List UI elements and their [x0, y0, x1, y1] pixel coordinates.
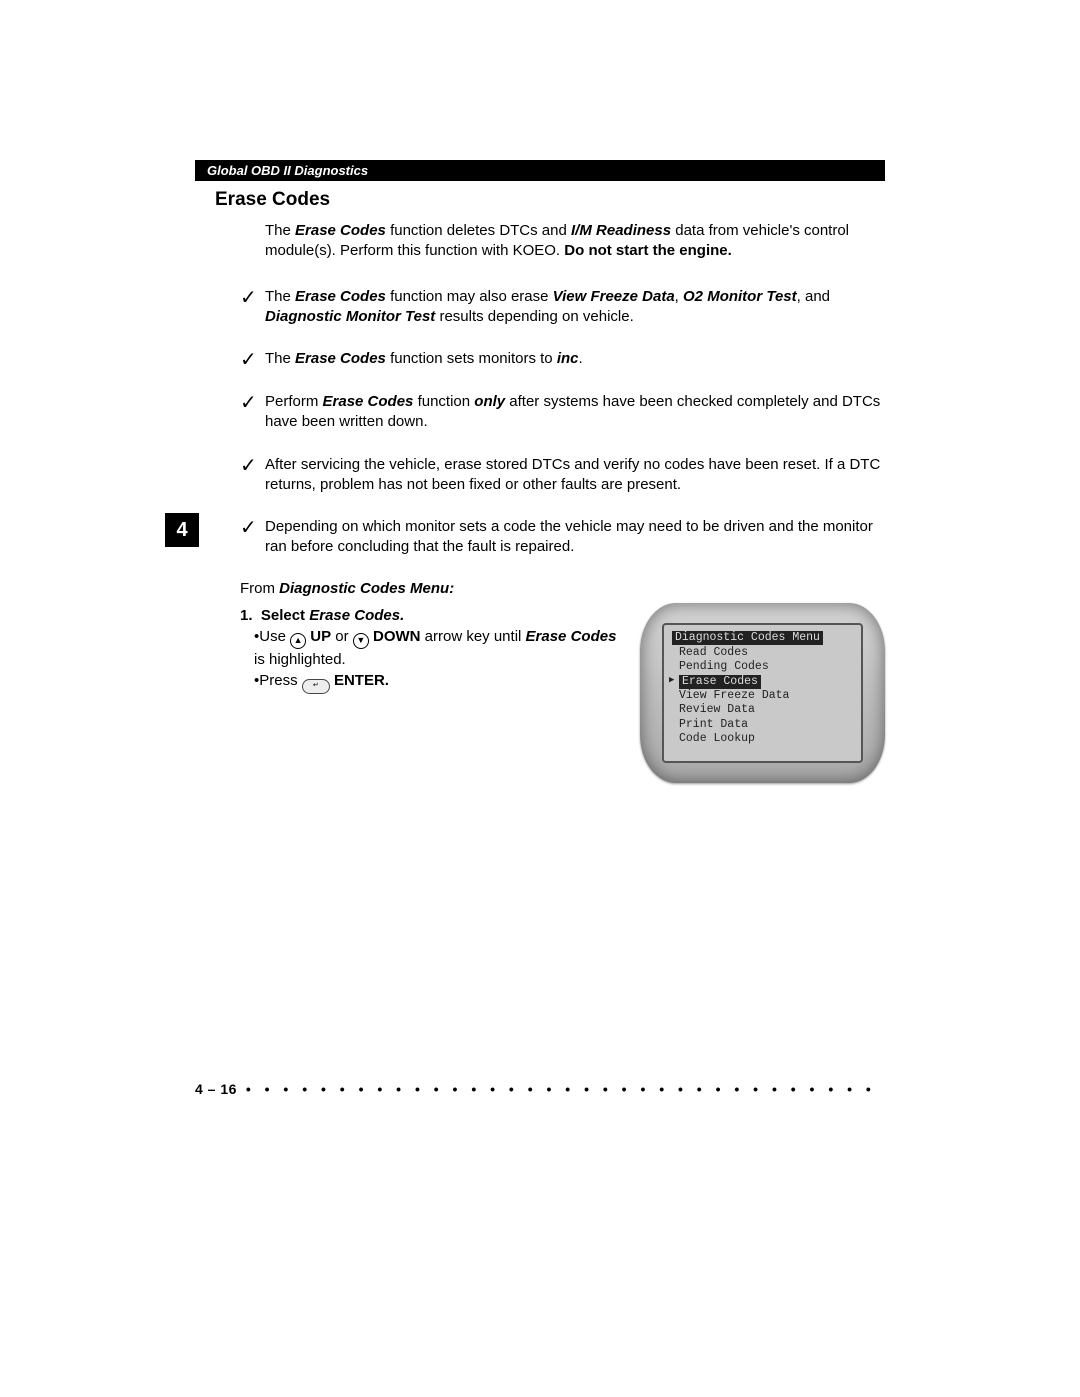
text: , and — [797, 288, 830, 305]
text: Perform — [265, 393, 323, 410]
check-text: Perform Erase Codes function only after … — [265, 392, 885, 433]
lcd-menu-item: Review Data — [672, 703, 853, 717]
key-label: DOWN — [373, 628, 421, 645]
text-emph: I/M Readiness — [571, 222, 671, 239]
text-emph: Diagnostic Monitor Test — [265, 308, 435, 325]
text-emph: inc — [557, 350, 579, 367]
step-number: 1. — [240, 607, 253, 624]
lcd-screen: Diagnostic Codes Menu Read CodesPending … — [662, 623, 863, 763]
text-strong: Do not start the engine. — [564, 242, 732, 259]
text-emph: O2 Monitor Test — [683, 288, 797, 305]
checkmark-icon: ✓ — [240, 517, 265, 538]
lcd-menu-item: Code Lookup — [672, 732, 853, 746]
text: Press — [259, 672, 302, 689]
page-number: 4 – 16 — [195, 1081, 237, 1097]
text-emph: Erase Codes — [526, 628, 617, 645]
down-arrow-icon: ▼ — [353, 633, 369, 649]
lcd-title: Diagnostic Codes Menu — [672, 631, 823, 645]
text: or — [331, 628, 353, 645]
text-emph: only — [474, 393, 505, 410]
checkmark-icon: ✓ — [240, 455, 265, 476]
text: . — [579, 350, 583, 367]
step-bullet: •Use ▲ UP or ▼ DOWN arrow key until Eras… — [254, 626, 622, 670]
check-text: Depending on which monitor sets a code t… — [265, 517, 885, 558]
text: function sets monitors to — [386, 350, 557, 367]
text: Use — [259, 628, 290, 645]
checkmark-icon: ✓ — [240, 349, 265, 370]
text: The — [265, 288, 295, 305]
lcd-menu-item: Print Data — [672, 718, 853, 732]
text: function may also erase — [386, 288, 553, 305]
intro-paragraph: The Erase Codes function deletes DTCs an… — [265, 221, 885, 262]
chapter-tab: 4 — [165, 513, 199, 547]
section-title: Erase Codes — [215, 189, 885, 211]
check-item: ✓The Erase Codes function may also erase… — [240, 287, 885, 328]
text: arrow key until — [420, 628, 525, 645]
text: Select — [261, 607, 309, 624]
text: The — [265, 222, 295, 239]
text: function deletes DTCs and — [386, 222, 571, 239]
check-item: ✓Depending on which monitor sets a code … — [240, 517, 885, 558]
lcd-menu-item: Erase Codes — [672, 675, 853, 689]
check-text: The Erase Codes function may also erase … — [265, 287, 885, 328]
device-screenshot: Diagnostic Codes Menu Read CodesPending … — [640, 603, 885, 783]
checkmark-icon: ✓ — [240, 392, 265, 413]
text: is highlighted. — [254, 651, 346, 668]
running-header: Global OBD II Diagnostics — [195, 160, 885, 181]
key-label: ENTER. — [334, 672, 389, 689]
lcd-menu-item-selected: Erase Codes — [679, 675, 761, 689]
lcd-menu-item: Pending Codes — [672, 660, 853, 674]
check-item: ✓Perform Erase Codes function only after… — [240, 392, 885, 433]
from-line: From Diagnostic Codes Menu: — [240, 580, 885, 597]
lcd-menu-item: View Freeze Data — [672, 689, 853, 703]
page-footer: 4 – 16 • • • • • • • • • • • • • • • • •… — [195, 1081, 885, 1097]
step-text: 1. Select Erase Codes. •Use ▲ UP or ▼ DO… — [240, 603, 622, 694]
text: From — [240, 580, 279, 597]
text: , — [675, 288, 683, 305]
check-text: The Erase Codes function sets monitors t… — [265, 349, 885, 369]
check-item: ✓The Erase Codes function sets monitors … — [240, 349, 885, 370]
lcd-menu-item: Read Codes — [672, 646, 853, 660]
page: Global OBD II Diagnostics Erase Codes Th… — [0, 0, 1080, 1397]
step-heading: 1. Select Erase Codes. — [240, 605, 622, 626]
text: The — [265, 350, 295, 367]
check-text: After servicing the vehicle, erase store… — [265, 455, 885, 496]
step-row: 1. Select Erase Codes. •Use ▲ UP or ▼ DO… — [240, 603, 885, 783]
text-emph: Erase Codes — [295, 288, 386, 305]
text-emph: Erase Codes — [323, 393, 414, 410]
text-emph: View Freeze Data — [553, 288, 675, 305]
checkmark-icon: ✓ — [240, 287, 265, 308]
text-emph: Erase Codes — [295, 350, 386, 367]
text-emph: Erase Codes — [295, 222, 386, 239]
key-label: UP — [310, 628, 331, 645]
text-emph: Diagnostic Codes Menu: — [279, 580, 454, 597]
text-emph: Erase Codes. — [309, 607, 404, 624]
check-item: ✓After servicing the vehicle, erase stor… — [240, 455, 885, 496]
step-bullet: •Press ↵ ENTER. — [254, 670, 622, 694]
text: results depending on vehicle. — [435, 308, 633, 325]
text: function — [413, 393, 474, 410]
up-arrow-icon: ▲ — [290, 633, 306, 649]
footer-dots: • • • • • • • • • • • • • • • • • • • • … — [237, 1081, 885, 1097]
enter-key-icon: ↵ — [302, 679, 330, 694]
